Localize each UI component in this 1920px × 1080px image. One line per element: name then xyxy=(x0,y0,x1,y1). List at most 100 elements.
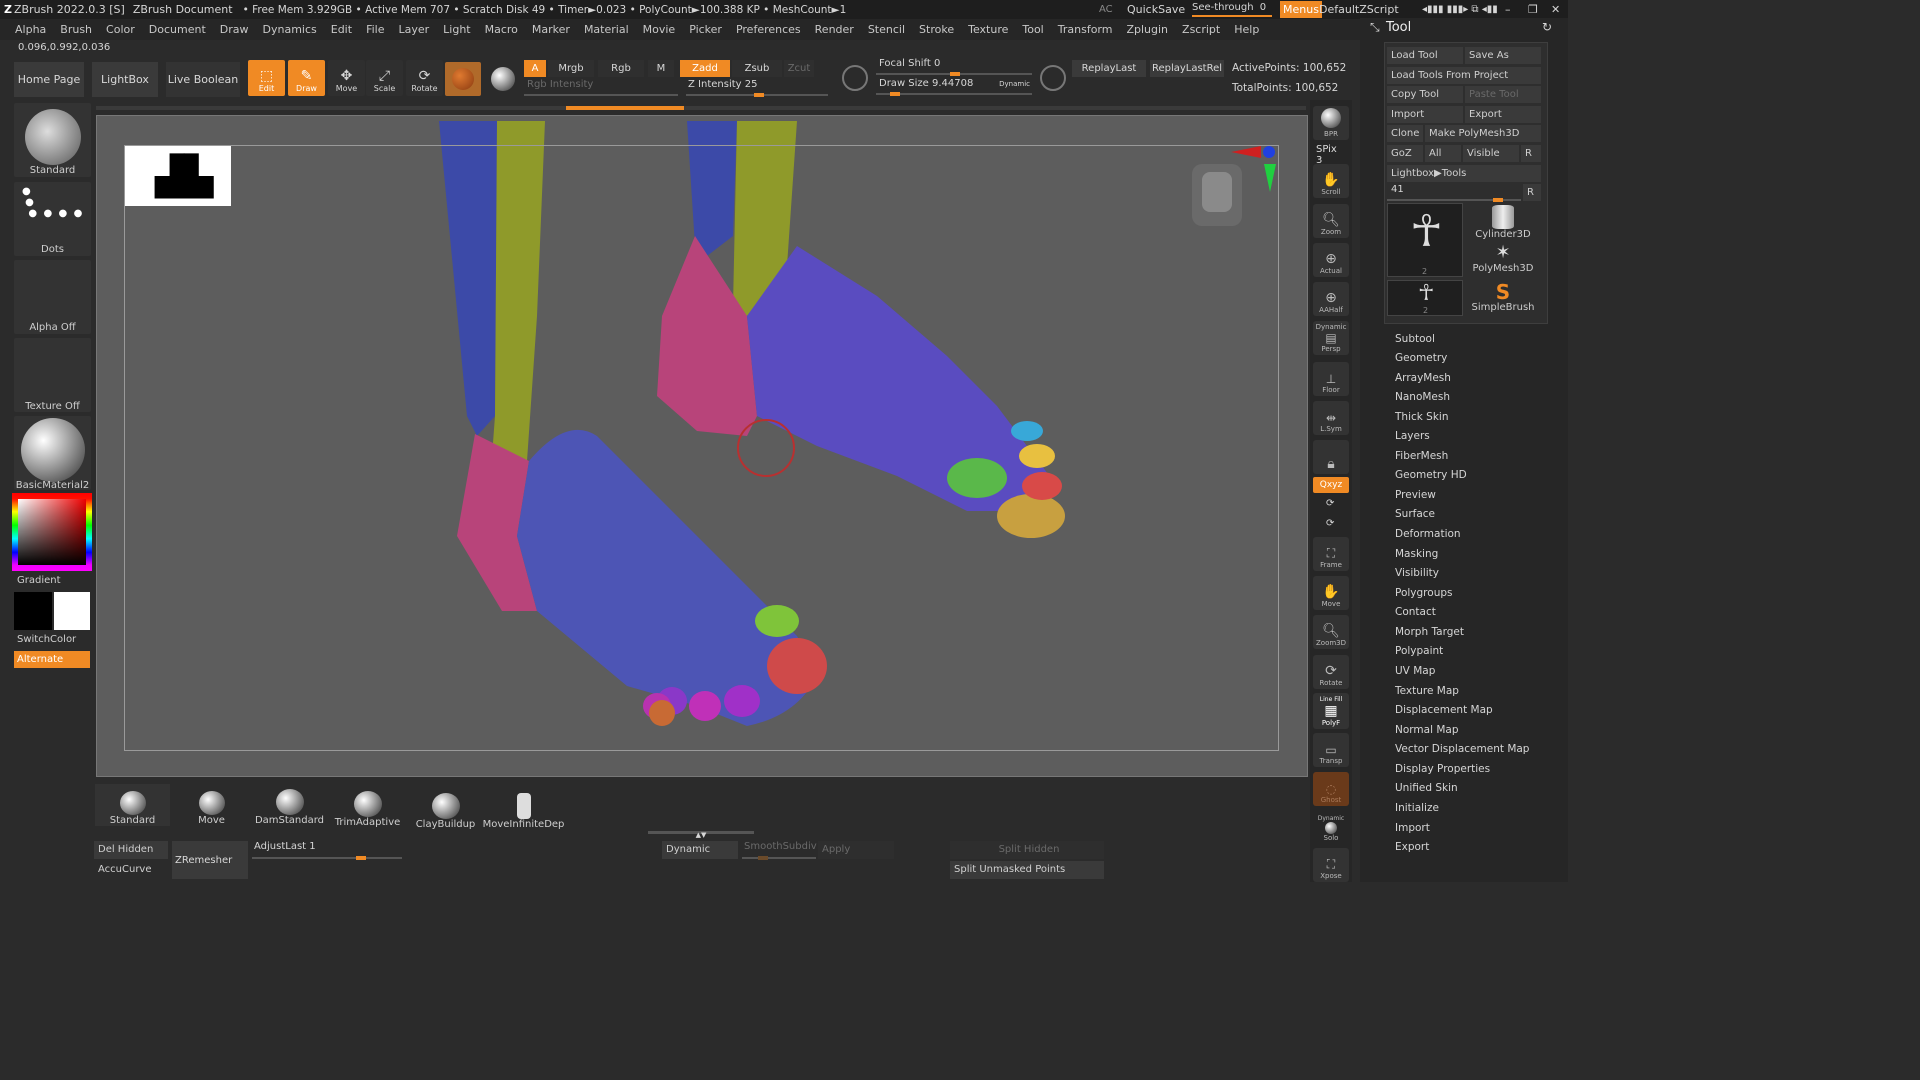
simplebrush-tool[interactable]: S SimpleBrush xyxy=(1465,282,1541,318)
zadd-toggle[interactable]: Zadd xyxy=(680,60,730,77)
brush-slot-moveinfinitedep[interactable]: MoveInfiniteDep xyxy=(483,788,564,830)
menu-item-draw[interactable]: Draw xyxy=(213,19,256,40)
quicksave-button[interactable]: QuickSave xyxy=(1127,3,1185,16)
subpalette-surface[interactable]: Surface xyxy=(1395,508,1435,520)
mrgb-toggle[interactable]: Mrgb xyxy=(548,60,594,77)
subpalette-initialize[interactable]: Initialize xyxy=(1395,802,1439,814)
subpalette-thick-skin[interactable]: Thick Skin xyxy=(1395,411,1449,423)
close-icon[interactable]: ✕ xyxy=(1551,3,1560,16)
switchcolor-button[interactable]: SwitchColor xyxy=(17,634,94,645)
persp-button[interactable]: Dynamic ▤ Persp xyxy=(1313,321,1349,355)
focal-shift-handle[interactable] xyxy=(950,72,960,76)
m-toggle[interactable]: M xyxy=(648,60,674,77)
goz-visible-button[interactable]: Visible xyxy=(1463,145,1519,162)
subpalette-fibermesh[interactable]: FiberMesh xyxy=(1395,450,1448,462)
alternate-button[interactable]: Alternate xyxy=(14,651,90,668)
secondary-color-swatch[interactable] xyxy=(54,592,90,630)
subpalette-export[interactable]: Export xyxy=(1395,841,1429,853)
import-tool-button[interactable]: Import xyxy=(1387,106,1463,123)
draw-size-handle[interactable] xyxy=(890,92,900,96)
xyz-button[interactable]: Qxyz xyxy=(1313,477,1349,493)
bpr-button[interactable]: BPR xyxy=(1313,106,1349,140)
subpalette-layers[interactable]: Layers xyxy=(1395,430,1430,442)
menu-item-zscript[interactable]: Zscript xyxy=(1175,19,1227,40)
focal-shift-slider[interactable]: Focal Shift 0 xyxy=(876,58,1032,76)
subpalette-deformation[interactable]: Deformation xyxy=(1395,528,1461,540)
menu-item-dynamics[interactable]: Dynamics xyxy=(256,19,324,40)
tool-palette-title[interactable]: Tool xyxy=(1386,20,1411,35)
ghost-button[interactable]: ◌ Ghost xyxy=(1313,772,1349,806)
material-swatch-button[interactable] xyxy=(445,62,481,96)
smoothsubdiv-handle[interactable] xyxy=(758,856,768,860)
goz-r-button[interactable]: R xyxy=(1521,145,1541,162)
menu-item-edit[interactable]: Edit xyxy=(324,19,359,40)
subpalette-polygroups[interactable]: Polygroups xyxy=(1395,587,1452,599)
menu-item-marker[interactable]: Marker xyxy=(525,19,577,40)
cylinder3d-tool[interactable]: Cylinder3D xyxy=(1465,203,1541,241)
zsub-toggle[interactable]: Zsub xyxy=(732,60,782,77)
subpalette-geometry-hd[interactable]: Geometry HD xyxy=(1395,469,1467,481)
subpalette-import[interactable]: Import xyxy=(1395,822,1430,834)
menu-item-transform[interactable]: Transform xyxy=(1051,19,1120,40)
actual-button[interactable]: ⊕ Actual xyxy=(1313,243,1349,277)
rotate-y-icon[interactable]: ⟳ xyxy=(1326,498,1334,509)
current-tool-thumbnail[interactable]: ☥ 2 xyxy=(1387,203,1463,277)
menu-item-movie[interactable]: Movie xyxy=(636,19,683,40)
dynamic-subdiv-button[interactable]: Dynamic xyxy=(662,841,738,859)
subpalette-morph-target[interactable]: Morph Target xyxy=(1395,626,1464,638)
apply-subdiv-button[interactable]: Apply xyxy=(818,841,894,859)
save-as-button[interactable]: Save As xyxy=(1465,47,1541,64)
z-intensity-slider[interactable]: Z Intensity 25 xyxy=(686,79,828,97)
a-toggle[interactable]: A xyxy=(524,60,546,77)
subpalette-unified-skin[interactable]: Unified Skin xyxy=(1395,782,1458,794)
menu-item-stroke[interactable]: Stroke xyxy=(912,19,961,40)
replay-last-rel-button[interactable]: ReplayLastRel xyxy=(1150,60,1224,77)
subpalette-geometry[interactable]: Geometry xyxy=(1395,352,1447,364)
draw-size-dynamic[interactable]: Dynamic xyxy=(999,80,1030,88)
split-hidden-button[interactable]: Split Hidden xyxy=(950,841,1104,859)
menus-button[interactable]: Menus xyxy=(1280,1,1322,18)
zoom3d-button[interactable]: 🔍︎ Zoom3D xyxy=(1313,615,1349,649)
ac-label[interactable]: AC xyxy=(1099,4,1113,15)
minimize-icon[interactable]: – xyxy=(1505,3,1511,16)
scale-button[interactable]: ⤢ Scale xyxy=(366,60,403,96)
menu-item-zplugin[interactable]: Zplugin xyxy=(1119,19,1175,40)
draw-size-slider[interactable]: Draw Size 9.44708 Dynamic xyxy=(876,78,1032,96)
brush-slot-standard[interactable]: Standard xyxy=(95,784,170,826)
menu-item-picker[interactable]: Picker xyxy=(682,19,729,40)
lock-button[interactable]: 🔒︎ xyxy=(1313,440,1349,474)
lightbox-tools-button[interactable]: Lightbox▶Tools xyxy=(1387,165,1541,182)
menu-item-brush[interactable]: Brush xyxy=(53,19,99,40)
brush-slot-move[interactable]: Move xyxy=(174,784,249,826)
subpalette-vector-displacement-map[interactable]: Vector Displacement Map xyxy=(1395,743,1529,755)
brush-slot-damstandard[interactable]: DamStandard xyxy=(252,784,327,826)
tool-refresh-icon[interactable]: ↻ xyxy=(1542,20,1552,34)
rotate-z-icon[interactable]: ⟳ xyxy=(1326,518,1334,529)
restore-icon[interactable]: ❐ xyxy=(1528,3,1538,16)
subpalette-displacement-map[interactable]: Displacement Map xyxy=(1395,704,1493,716)
move-button[interactable]: ✥ Move xyxy=(328,60,365,96)
rotate-view-button[interactable]: ⟳ Rotate xyxy=(1313,655,1349,689)
export-tool-button[interactable]: Export xyxy=(1465,106,1541,123)
home-page-button[interactable]: Home Page xyxy=(14,62,84,97)
draw-button[interactable]: ✎ Draw xyxy=(288,60,325,96)
split-unmasked-points-button[interactable]: Split Unmasked Points xyxy=(950,861,1104,879)
replay-last-button[interactable]: ReplayLast xyxy=(1072,60,1146,77)
subpalette-preview[interactable]: Preview xyxy=(1395,489,1436,501)
lightbox-button[interactable]: LightBox xyxy=(92,62,158,97)
subpalette-nanomesh[interactable]: NanoMesh xyxy=(1395,391,1450,403)
rgb-toggle[interactable]: Rgb xyxy=(598,60,644,77)
menu-item-render[interactable]: Render xyxy=(808,19,861,40)
zcut-toggle[interactable]: Zcut xyxy=(784,60,814,77)
subpalette-contact[interactable]: Contact xyxy=(1395,606,1436,618)
subpalette-polypaint[interactable]: Polypaint xyxy=(1395,645,1443,657)
xpose-button[interactable]: ⛶ Xpose xyxy=(1313,848,1349,882)
tool-size-r-button[interactable]: R xyxy=(1523,184,1541,201)
tool-size-slider[interactable]: 41 xyxy=(1387,184,1521,202)
menu-item-help[interactable]: Help xyxy=(1227,19,1266,40)
menu-item-preferences[interactable]: Preferences xyxy=(729,19,808,40)
floor-button[interactable]: ⊥ Floor xyxy=(1313,362,1349,396)
menu-item-color[interactable]: Color xyxy=(99,19,142,40)
menu-item-light[interactable]: Light xyxy=(436,19,477,40)
bottom-shelf-collapse-handle[interactable]: ▲▼ xyxy=(648,831,754,839)
